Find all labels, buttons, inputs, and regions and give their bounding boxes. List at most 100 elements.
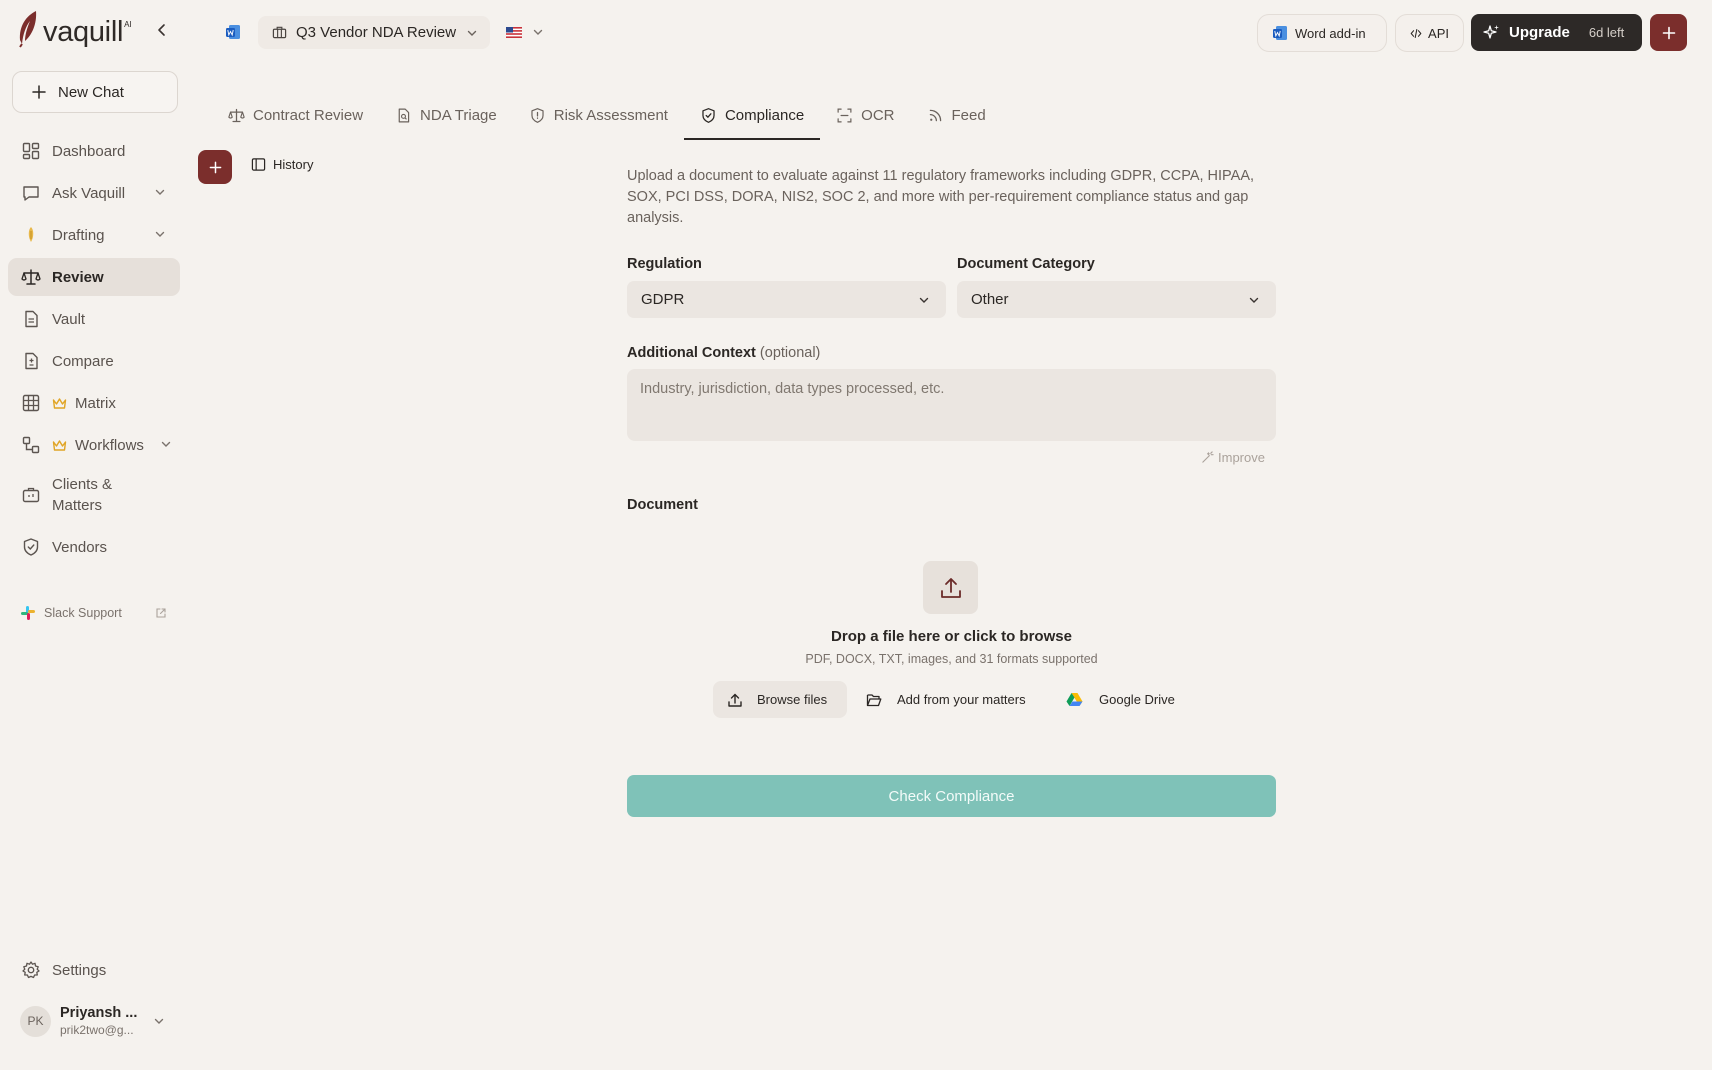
tab-ocr[interactable]: OCR bbox=[820, 104, 910, 140]
new-chat-button[interactable]: New Chat bbox=[12, 71, 178, 113]
browse-files-button[interactable]: Browse files bbox=[713, 681, 847, 718]
sidebar-item-settings[interactable]: Settings bbox=[8, 951, 180, 989]
user-email: prik2two@g... bbox=[60, 1023, 134, 1037]
sidebar-item-compare[interactable]: Compare bbox=[8, 342, 180, 380]
word-addin-label: Word add-in bbox=[1295, 25, 1366, 41]
tab-label: Contract Review bbox=[253, 107, 364, 124]
new-item-button[interactable] bbox=[1650, 14, 1687, 51]
sidebar-item-label: Vendors bbox=[52, 538, 108, 556]
chevron-down-icon bbox=[467, 30, 477, 36]
sidebar-item-clients-matters[interactable]: Clients & Matters bbox=[8, 470, 180, 520]
sidebar-item-drafting[interactable]: Drafting bbox=[8, 216, 180, 254]
upload-dropzone-icon[interactable] bbox=[923, 561, 978, 614]
tab-compliance[interactable]: Compliance bbox=[683, 104, 821, 140]
external-link-icon bbox=[156, 608, 166, 618]
briefcase-icon bbox=[22, 487, 40, 503]
dropzone-title[interactable]: Drop a file here or click to browse bbox=[627, 628, 1276, 645]
chevron-down-icon bbox=[154, 1018, 164, 1024]
jurisdiction-selector[interactable] bbox=[506, 26, 544, 38]
sidebar-panel-icon bbox=[251, 158, 266, 171]
upgrade-label: Upgrade bbox=[1509, 24, 1570, 41]
sidebar-item-label: Matrix bbox=[75, 394, 116, 412]
tab-risk-assessment[interactable]: Risk Assessment bbox=[513, 104, 684, 140]
quill-logo-icon bbox=[19, 11, 37, 48]
sidebar-item-review[interactable]: Review bbox=[8, 258, 180, 296]
word-addin-button[interactable]: Word add-in bbox=[1257, 14, 1387, 52]
upload-icon bbox=[728, 693, 742, 707]
sidebar-item-label: Ask Vaquill bbox=[52, 184, 126, 202]
upload-icon bbox=[940, 577, 961, 598]
browse-files-label: Browse files bbox=[757, 692, 828, 707]
project-selector[interactable]: Q3 Vendor NDA Review bbox=[258, 16, 491, 49]
scan-icon bbox=[837, 108, 852, 123]
word-icon bbox=[1273, 26, 1287, 40]
gear-icon bbox=[22, 961, 40, 979]
tab-contract-review[interactable]: Contract Review bbox=[212, 104, 379, 140]
chat-icon bbox=[23, 186, 39, 201]
collapse-sidebar-button[interactable] bbox=[152, 20, 172, 40]
app-logo[interactable]: vaquill AI bbox=[16, 10, 132, 50]
slack-icon bbox=[21, 606, 35, 620]
tab-nda-triage[interactable]: NDA Triage bbox=[379, 104, 513, 140]
regulation-value: GDPR bbox=[641, 291, 685, 308]
document-category-select[interactable]: Other bbox=[957, 281, 1276, 318]
add-from-matters-label: Add from your matters bbox=[897, 692, 1026, 707]
compare-icon bbox=[25, 352, 38, 370]
add-from-matters-button[interactable]: Add from your matters bbox=[866, 681, 1026, 718]
document-category-label: Document Category bbox=[957, 256, 1095, 272]
new-review-button[interactable] bbox=[198, 150, 232, 184]
magic-wand-icon bbox=[1202, 451, 1214, 463]
trial-days-left: 6d left bbox=[1588, 25, 1625, 40]
document-category-value: Other bbox=[971, 291, 1009, 308]
tab-label: Compliance bbox=[724, 107, 805, 124]
user-menu[interactable]: PK Priyansh ... prik2two@g... bbox=[20, 1005, 170, 1037]
improve-button[interactable]: Improve bbox=[1201, 450, 1265, 465]
tab-label: NDA Triage bbox=[420, 107, 497, 124]
sidebar-item-label: Workflows bbox=[75, 436, 144, 454]
regulation-label: Regulation bbox=[627, 256, 702, 272]
project-name: Q3 Vendor NDA Review bbox=[296, 24, 457, 41]
avatar: PK bbox=[20, 1005, 51, 1037]
dashboard-icon bbox=[22, 142, 40, 160]
google-drive-label: Google Drive bbox=[1099, 692, 1175, 707]
word-icon[interactable] bbox=[225, 24, 241, 40]
grid-icon bbox=[22, 394, 40, 412]
upgrade-button[interactable]: Upgrade 6d left bbox=[1471, 14, 1642, 51]
sidebar-item-matrix[interactable]: Matrix bbox=[8, 384, 180, 422]
tab-feed[interactable]: Feed bbox=[911, 104, 1002, 140]
chevron-down-icon bbox=[1249, 297, 1259, 303]
google-drive-icon bbox=[1066, 693, 1083, 706]
slack-support-link[interactable]: Slack Support bbox=[20, 605, 166, 621]
additional-context-label: Additional Context (optional) bbox=[627, 345, 820, 361]
improve-label: Improve bbox=[1218, 450, 1265, 465]
sidebar-item-label: Vault bbox=[52, 310, 86, 328]
tab-label: Feed bbox=[951, 107, 986, 124]
google-drive-button[interactable]: Google Drive bbox=[1066, 681, 1175, 718]
chevron-down-icon bbox=[919, 297, 929, 303]
sidebar-item-workflows[interactable]: Workflows bbox=[8, 426, 180, 464]
tab-label: Risk Assessment bbox=[553, 107, 668, 124]
sidebar-item-label: Compare bbox=[52, 352, 114, 370]
history-toggle[interactable]: History bbox=[251, 157, 313, 172]
pen-nib-icon bbox=[28, 227, 34, 242]
chevron-down-icon bbox=[155, 189, 165, 195]
plus-icon bbox=[1662, 26, 1675, 39]
crown-icon bbox=[52, 397, 67, 409]
dropzone-subtitle: PDF, DOCX, TXT, images, and 31 formats s… bbox=[805, 652, 1098, 666]
review-tabs: Contract Review NDA Triage Risk Assessme… bbox=[212, 104, 1002, 140]
check-compliance-button[interactable]: Check Compliance bbox=[627, 775, 1276, 817]
sidebar-item-vault[interactable]: Vault bbox=[8, 300, 180, 338]
workflow-icon bbox=[22, 436, 40, 454]
logo-badge: AI bbox=[124, 20, 132, 29]
api-button[interactable]: API bbox=[1395, 14, 1464, 52]
sidebar-item-ask-vaquill[interactable]: Ask Vaquill bbox=[8, 174, 180, 212]
document-icon bbox=[25, 310, 38, 328]
regulation-select[interactable]: GDPR bbox=[627, 281, 946, 318]
chevron-left-icon bbox=[158, 24, 165, 36]
sidebar-item-dashboard[interactable]: Dashboard bbox=[8, 132, 180, 170]
sidebar-item-vendors[interactable]: Vendors bbox=[8, 528, 180, 566]
scale-icon bbox=[228, 108, 245, 123]
additional-context-input[interactable]: Industry, jurisdiction, data types proce… bbox=[627, 369, 1276, 441]
additional-context-title: Additional Context bbox=[627, 345, 756, 361]
new-chat-label: New Chat bbox=[58, 83, 124, 101]
